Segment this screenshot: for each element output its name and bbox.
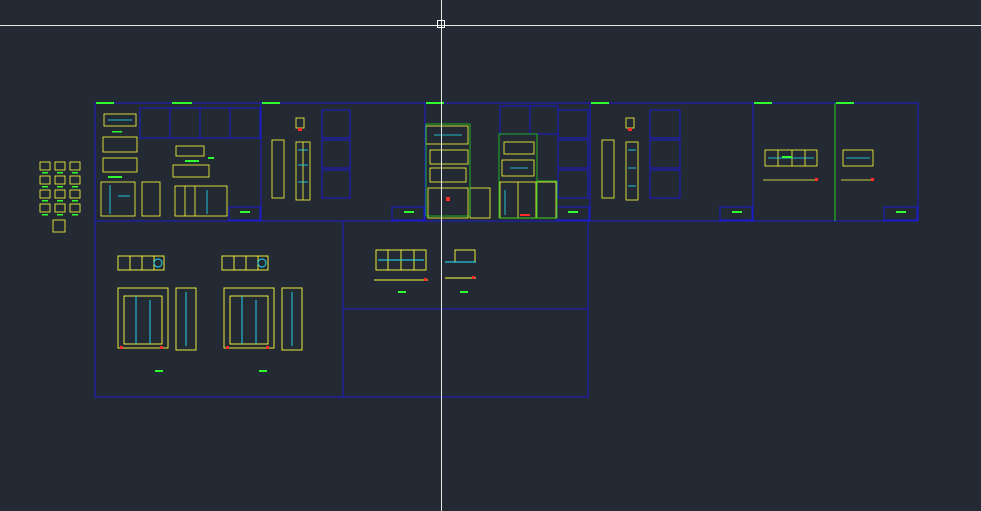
sheet-frames [94, 102, 919, 398]
sheet-2-details [271, 117, 414, 213]
sheet-1-details [100, 113, 250, 217]
crosshair-vertical-line [441, 0, 442, 511]
crosshair-horizontal-line [0, 25, 981, 26]
sheet-4-details [601, 117, 742, 213]
lower-middle-plans [374, 249, 476, 293]
sheet-3-details [425, 123, 578, 219]
cursor-pickbox [437, 20, 445, 28]
detail-legend-column [39, 161, 81, 233]
drawing-canvas[interactable] [0, 0, 981, 511]
lower-left-elevations [117, 255, 303, 372]
